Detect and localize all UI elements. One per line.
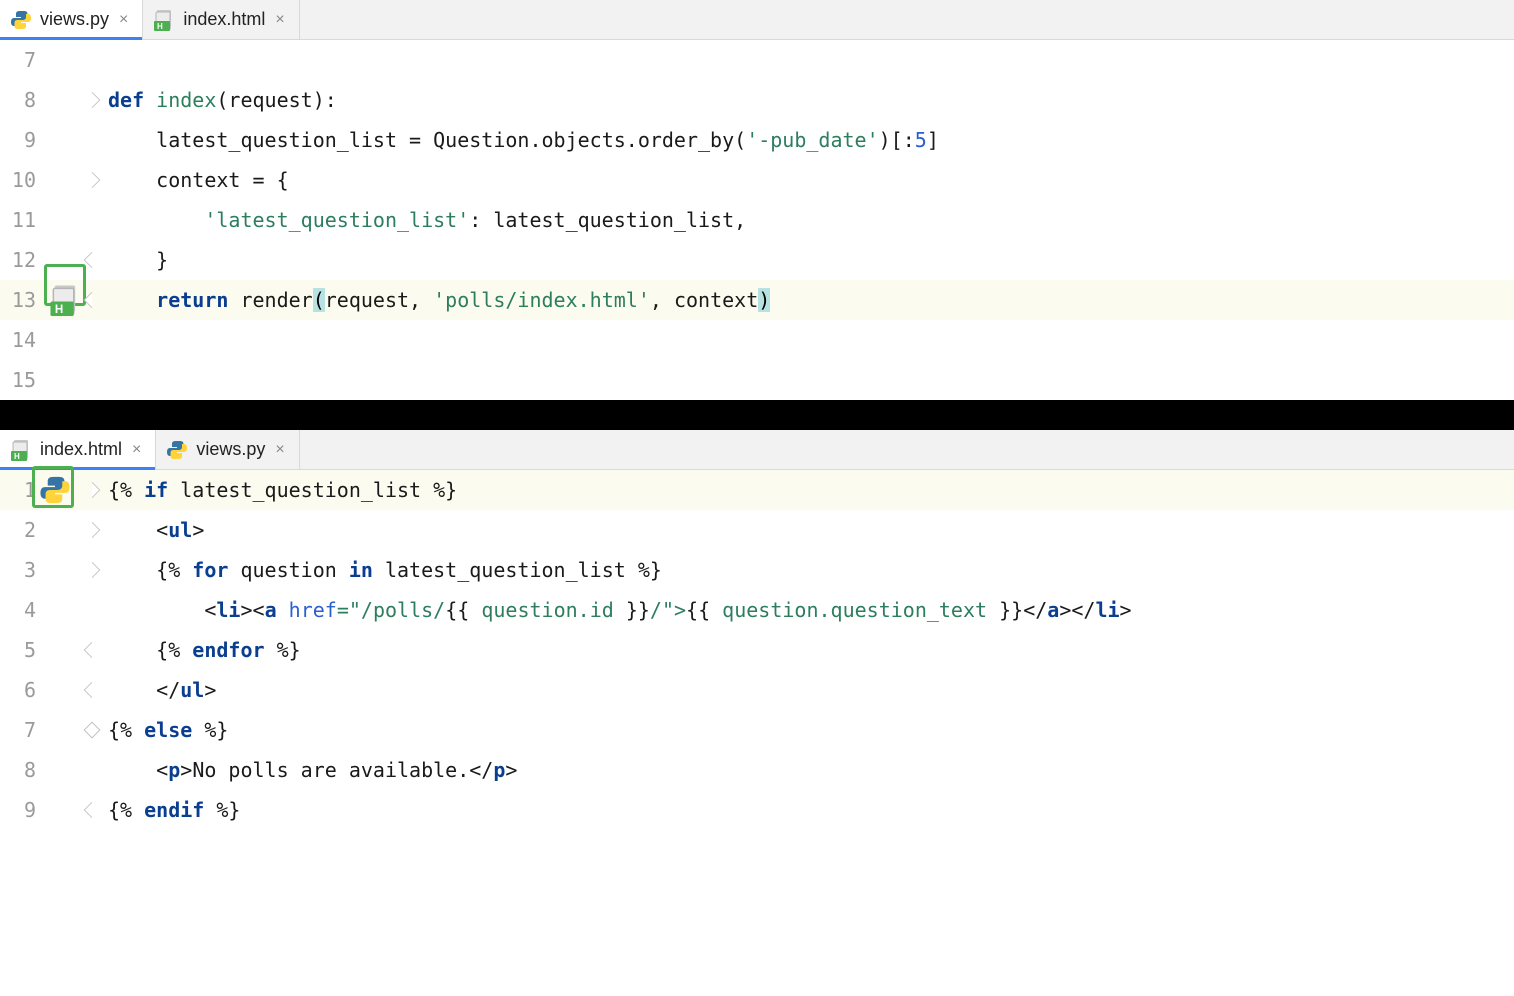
- fold-marker-icon[interactable]: [84, 522, 101, 539]
- fold-gutter[interactable]: [46, 280, 102, 320]
- line-number: 9: [0, 790, 46, 830]
- html-file-icon: [153, 9, 175, 31]
- line-number: 3: [0, 550, 46, 590]
- code-line[interactable]: 8 <p>No polls are available.</p>: [0, 750, 1514, 790]
- code-line[interactable]: 11 'latest_question_list': latest_questi…: [0, 200, 1514, 240]
- code-line[interactable]: 3 {% for question in latest_question_lis…: [0, 550, 1514, 590]
- fold-gutter[interactable]: [46, 590, 102, 630]
- fold-marker-icon[interactable]: [84, 92, 101, 109]
- related-file-badge[interactable]: [48, 284, 82, 316]
- fold-gutter[interactable]: [46, 750, 102, 790]
- fold-gutter[interactable]: [46, 360, 102, 400]
- tab-label: views.py: [40, 9, 109, 30]
- editor-pane-top[interactable]: 7 8 def index(request): 9 latest_questio…: [0, 40, 1514, 400]
- line-number: 13: [0, 280, 46, 320]
- html-file-icon: [10, 439, 32, 461]
- line-number: 14: [0, 320, 46, 360]
- code-line[interactable]: 8 def index(request):: [0, 80, 1514, 120]
- code-line[interactable]: 7 {% else %}: [0, 710, 1514, 750]
- close-icon[interactable]: ×: [273, 441, 286, 459]
- code-line[interactable]: 7: [0, 40, 1514, 80]
- code-line[interactable]: 9 {% endif %}: [0, 790, 1514, 830]
- fold-gutter[interactable]: [46, 240, 102, 280]
- line-number: 7: [0, 40, 46, 80]
- fold-gutter[interactable]: [46, 120, 102, 160]
- tab-views-py[interactable]: views.py ×: [156, 430, 299, 469]
- close-icon[interactable]: ×: [117, 11, 130, 29]
- tab-label: views.py: [196, 439, 265, 460]
- fold-gutter[interactable]: [46, 550, 102, 590]
- code-line[interactable]: 2 <ul>: [0, 510, 1514, 550]
- fold-marker-icon[interactable]: [84, 722, 101, 739]
- close-icon[interactable]: ×: [130, 441, 143, 459]
- fold-gutter[interactable]: [46, 710, 102, 750]
- line-number: 11: [0, 200, 46, 240]
- code-line-current[interactable]: 13 return render(request, 'polls/index.h…: [0, 280, 1514, 320]
- code-line[interactable]: 4 <li><a href="/polls/{{ question.id }}/…: [0, 590, 1514, 630]
- fold-marker-icon[interactable]: [84, 562, 101, 579]
- fold-gutter[interactable]: [46, 470, 102, 510]
- line-number: 7: [0, 710, 46, 750]
- tab-strip-bottom: index.html × views.py ×: [0, 430, 1514, 470]
- line-number: 8: [0, 750, 46, 790]
- fold-gutter[interactable]: [46, 320, 102, 360]
- code-line[interactable]: 9 latest_question_list = Question.object…: [0, 120, 1514, 160]
- line-number: 2: [0, 510, 46, 550]
- code-line-current[interactable]: 1 {% if latest_question_list %}: [0, 470, 1514, 510]
- line-number: 6: [0, 670, 46, 710]
- fold-gutter[interactable]: [46, 40, 102, 80]
- tab-index-html[interactable]: index.html ×: [0, 430, 156, 469]
- code-line[interactable]: 14: [0, 320, 1514, 360]
- line-number: 10: [0, 160, 46, 200]
- fold-marker-icon[interactable]: [84, 482, 101, 499]
- line-number: 5: [0, 630, 46, 670]
- fold-gutter[interactable]: [46, 160, 102, 200]
- line-number: 15: [0, 360, 46, 400]
- fold-marker-icon[interactable]: [84, 292, 101, 309]
- fold-marker-icon[interactable]: [84, 642, 101, 659]
- python-file-icon: [10, 9, 32, 31]
- fold-gutter[interactable]: [46, 630, 102, 670]
- fold-marker-icon[interactable]: [84, 802, 101, 819]
- tab-label: index.html: [40, 439, 122, 460]
- code-line[interactable]: 10 context = {: [0, 160, 1514, 200]
- line-number: 8: [0, 80, 46, 120]
- tab-strip-top: views.py × index.html ×: [0, 0, 1514, 40]
- code-line[interactable]: 5 {% endfor %}: [0, 630, 1514, 670]
- close-icon[interactable]: ×: [273, 11, 286, 29]
- fold-gutter[interactable]: [46, 200, 102, 240]
- pane-splitter[interactable]: [0, 400, 1514, 430]
- code-line[interactable]: 12 }: [0, 240, 1514, 280]
- tab-index-html[interactable]: index.html ×: [143, 0, 299, 39]
- fold-marker-icon[interactable]: [84, 252, 101, 269]
- fold-marker-icon[interactable]: [84, 172, 101, 189]
- editor-pane-bottom[interactable]: 1 {% if latest_question_list %} 2 <ul> 3…: [0, 470, 1514, 910]
- fold-gutter[interactable]: [46, 670, 102, 710]
- fold-gutter[interactable]: [46, 510, 102, 550]
- code-line[interactable]: 15: [0, 360, 1514, 400]
- line-number: 4: [0, 590, 46, 630]
- python-file-icon: [166, 439, 188, 461]
- related-file-badge[interactable]: [38, 474, 72, 506]
- fold-gutter[interactable]: [46, 790, 102, 830]
- tab-label: index.html: [183, 9, 265, 30]
- line-number: 9: [0, 120, 46, 160]
- fold-marker-icon[interactable]: [84, 682, 101, 699]
- line-number: 12: [0, 240, 46, 280]
- code-line[interactable]: [0, 830, 1514, 910]
- code-line[interactable]: 6 </ul>: [0, 670, 1514, 710]
- fold-gutter[interactable]: [46, 80, 102, 120]
- tab-views-py[interactable]: views.py ×: [0, 0, 143, 39]
